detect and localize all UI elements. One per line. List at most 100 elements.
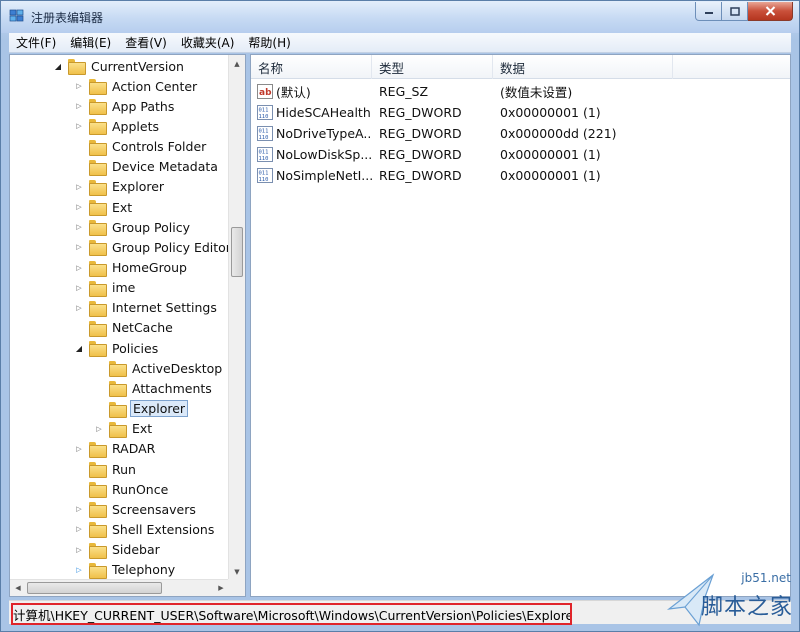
tree-item-label: Shell Extensions xyxy=(112,521,215,537)
no-expander xyxy=(94,404,104,414)
values-list[interactable]: 名称 类型 数据 ab (默认) REG_SZ (数值未设置) 011 110 HideSC… xyxy=(250,54,791,597)
expand-arrow-icon[interactable]: ▷ xyxy=(74,504,84,514)
value-row[interactable]: 011 110 NoDriveTypeA... REG_DWORD 0x000000dd… xyxy=(251,123,790,144)
column-header-name[interactable]: 名称 xyxy=(251,55,372,79)
value-row[interactable]: 011 110 NoLowDiskSp... REG_DWORD 0x00000001 … xyxy=(251,144,790,165)
collapse-arrow-icon[interactable]: ◢ xyxy=(74,343,84,353)
tree-item[interactable]: ▷ Sidebar xyxy=(74,540,162,560)
registry-tree[interactable]: ◢ CurrentVersion ▷ Action Center ▷ App Paths ▷… xyxy=(9,54,246,597)
expand-arrow-icon[interactable]: ▷ xyxy=(74,101,84,111)
value-name-cell: 011 110 NoSimpleNetI... xyxy=(251,168,372,183)
tree-item[interactable]: ▷ Group Policy xyxy=(74,217,192,237)
column-header-data[interactable]: 数据 xyxy=(493,55,673,79)
tree-horizontal-scrollbar[interactable]: ◀ ▶ xyxy=(10,579,229,596)
expand-arrow-icon[interactable]: ▷ xyxy=(74,524,84,534)
tree-item[interactable]: ActiveDesktop xyxy=(94,358,224,378)
tree-item-label: Telephony xyxy=(112,562,176,578)
tree-item[interactable]: ▷ RADAR xyxy=(74,439,157,459)
expand-arrow-icon[interactable]: ▷ xyxy=(74,444,84,454)
tree-item-label: Policies xyxy=(112,340,159,356)
tree-item[interactable]: ▷ Action Center xyxy=(74,76,199,96)
minimize-button[interactable] xyxy=(695,2,722,21)
folder-icon xyxy=(89,240,107,257)
no-expander xyxy=(74,323,84,333)
column-header-type[interactable]: 类型 xyxy=(372,55,493,79)
value-data: 0x00000001 (1) xyxy=(500,168,601,183)
close-button[interactable] xyxy=(748,2,793,21)
tree-item[interactable]: ▷ Group Policy Editor xyxy=(74,237,233,257)
tree-item[interactable]: ▷ Ext xyxy=(94,419,154,439)
expand-arrow-icon[interactable]: ▷ xyxy=(74,242,84,252)
no-expander xyxy=(74,464,84,474)
tree-item[interactable]: ◢ CurrentVersion xyxy=(53,56,186,76)
expand-arrow-icon[interactable]: ▷ xyxy=(74,283,84,293)
expand-arrow-icon[interactable]: ▷ xyxy=(74,565,84,575)
tree-item[interactable]: ▷ Shell Extensions xyxy=(74,519,216,539)
expand-arrow-icon[interactable]: ▷ xyxy=(74,81,84,91)
tree-item[interactable]: Controls Folder xyxy=(74,137,208,157)
tree-item-label: ActiveDesktop xyxy=(132,360,223,376)
expand-arrow-icon[interactable]: ▷ xyxy=(74,202,84,212)
folder-icon xyxy=(89,220,107,237)
tree-item-label: Applets xyxy=(112,118,159,134)
tree-item[interactable]: ▷ ime xyxy=(74,278,137,298)
menu-help[interactable]: 帮助(H) xyxy=(241,34,297,51)
tree-item[interactable]: ▷ HomeGroup xyxy=(74,258,189,278)
tree-item[interactable]: NetCache xyxy=(74,318,175,338)
tree-item[interactable]: Run xyxy=(74,459,138,479)
tree-vertical-scroll-thumb[interactable] xyxy=(231,227,243,277)
maximize-button[interactable] xyxy=(722,2,748,21)
tree-item-label: Explorer xyxy=(130,400,189,418)
scroll-up-arrow-icon[interactable]: ▲ xyxy=(229,55,245,72)
value-row[interactable]: 011 110 HideSCAHealth REG_DWORD 0x00000001 (… xyxy=(251,102,790,123)
folder-icon xyxy=(89,139,107,156)
list-header: 名称 类型 数据 xyxy=(251,55,790,79)
value-row[interactable]: ab (默认) REG_SZ (数值未设置) xyxy=(251,81,790,102)
expand-arrow-icon[interactable]: ▷ xyxy=(94,424,104,434)
no-expander xyxy=(74,162,84,172)
expand-arrow-icon[interactable]: ▷ xyxy=(74,545,84,555)
tree-item[interactable]: ▷ Applets xyxy=(74,116,161,136)
scroll-right-arrow-icon[interactable]: ▶ xyxy=(213,580,229,596)
folder-icon xyxy=(89,119,107,136)
scroll-down-arrow-icon[interactable]: ▼ xyxy=(229,563,245,580)
tree-item[interactable]: Device Metadata xyxy=(74,157,220,177)
menu-edit[interactable]: 编辑(E) xyxy=(63,34,118,51)
tree-vertical-scrollbar[interactable]: ▲ ▼ xyxy=(228,55,245,580)
svg-text:011: 011 xyxy=(259,150,269,156)
regedit-window: 注册表编辑器 文件(F) 编辑(E) 查看(V) 收藏夹(A) 帮助(H) ◢ C… xyxy=(0,0,800,632)
folder-icon xyxy=(109,381,127,398)
menu-favorites[interactable]: 收藏夹(A) xyxy=(174,34,242,51)
collapse-arrow-icon[interactable]: ◢ xyxy=(53,61,63,71)
tree-item[interactable]: ▷ Explorer xyxy=(74,177,166,197)
close-icon xyxy=(765,6,775,16)
scroll-left-arrow-icon[interactable]: ◀ xyxy=(10,580,26,596)
tree-item[interactable]: ▷ Internet Settings xyxy=(74,298,219,318)
tree-item[interactable]: ▷ Ext xyxy=(74,197,134,217)
tree-item[interactable]: ▷ Screensavers xyxy=(74,499,198,519)
value-type: REG_DWORD xyxy=(379,105,462,120)
expand-arrow-icon[interactable]: ▷ xyxy=(74,182,84,192)
tree-item-label: RADAR xyxy=(112,441,156,457)
svg-text:011: 011 xyxy=(259,171,269,177)
tree-horizontal-scroll-thumb[interactable] xyxy=(27,582,162,594)
tree-item-label: Sidebar xyxy=(112,542,160,558)
tree-item[interactable]: Explorer xyxy=(94,399,189,419)
expand-arrow-icon[interactable]: ▷ xyxy=(74,263,84,273)
value-row[interactable]: 011 110 NoSimpleNetI... REG_DWORD 0x00000001… xyxy=(251,165,790,186)
tree-item[interactable]: ◢ Policies xyxy=(74,338,160,358)
expand-arrow-icon[interactable]: ▷ xyxy=(74,121,84,131)
expand-arrow-icon[interactable]: ▷ xyxy=(74,303,84,313)
tree-item[interactable]: RunOnce xyxy=(74,479,170,499)
tree-item[interactable]: Attachments xyxy=(94,378,214,398)
menu-file[interactable]: 文件(F) xyxy=(9,34,63,51)
svg-text:110: 110 xyxy=(259,177,269,183)
tree-item[interactable]: ▷ App Paths xyxy=(74,96,176,116)
title-bar[interactable]: 注册表编辑器 xyxy=(1,1,799,33)
tree-item[interactable]: ▷ Telephony xyxy=(74,560,177,580)
tree-item-label: Screensavers xyxy=(112,501,196,517)
folder-icon xyxy=(89,341,107,358)
menu-view[interactable]: 查看(V) xyxy=(118,34,174,51)
expand-arrow-icon[interactable]: ▷ xyxy=(74,222,84,232)
folder-icon xyxy=(68,59,86,75)
